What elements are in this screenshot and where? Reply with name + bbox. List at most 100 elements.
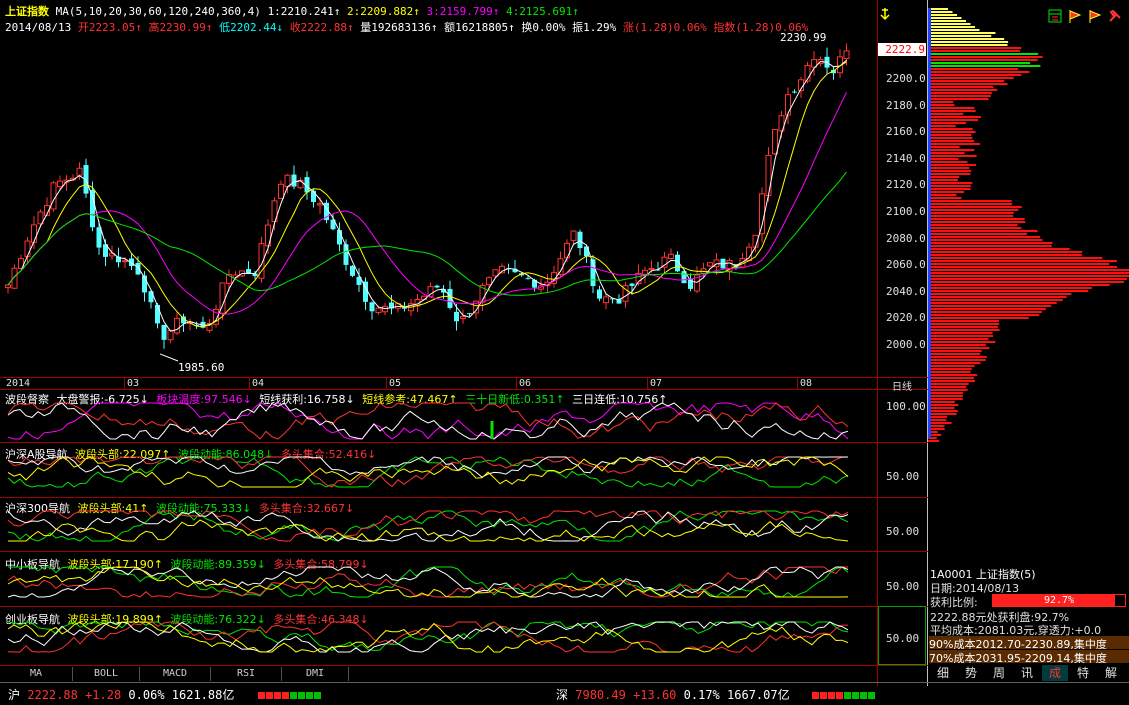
price-tick: 2020.0 <box>886 311 926 324</box>
side-tab-week[interactable]: 周 <box>986 665 1012 681</box>
chip-bar <box>928 296 1067 298</box>
sz-label: 深 <box>556 688 569 702</box>
chip-bar <box>928 50 1021 52</box>
chip-bar <box>928 20 966 22</box>
chip-bar <box>928 62 1031 64</box>
chart-title: 上证指数 <box>5 5 49 18</box>
profit-ratio-value: 92.7% <box>1043 595 1075 606</box>
side-tab-special[interactable]: 特 <box>1070 665 1096 681</box>
candle-body <box>5 284 11 289</box>
chip-bar <box>928 164 977 166</box>
sh-pct: 0.06% <box>128 688 165 702</box>
chip-bar <box>928 404 959 406</box>
candle-body <box>375 307 382 314</box>
side-tab-chips[interactable]: 成 <box>1042 665 1068 681</box>
candle-body <box>577 231 583 249</box>
high-marker-label: 2230.99 <box>780 31 827 44</box>
tab-macd[interactable]: MACD <box>140 667 211 681</box>
profit-ratio-bar: 92.7% <box>992 594 1126 607</box>
sz-breadth-bar <box>812 688 876 701</box>
chip-bar <box>928 440 940 442</box>
low-marker <box>159 353 179 362</box>
chip-bar <box>928 221 1026 223</box>
chip-bar <box>928 119 978 121</box>
ma30-line <box>7 171 847 296</box>
chip-bar <box>928 230 1038 232</box>
candle-body <box>31 224 37 243</box>
chip-bar <box>928 128 973 130</box>
side-tab-news[interactable]: 讯 <box>1014 665 1040 681</box>
period-label[interactable]: 日线 <box>892 378 912 393</box>
chip-bar <box>928 401 955 403</box>
chip-bar <box>928 77 1014 79</box>
chip-bar <box>928 191 965 193</box>
candle-body <box>24 240 31 257</box>
chip-bar <box>928 263 1110 265</box>
indicator-panels[interactable] <box>0 389 877 665</box>
candle-body <box>96 227 102 248</box>
chip-bar <box>928 146 960 148</box>
ma20-line <box>7 92 847 315</box>
chip-bar <box>928 260 1117 262</box>
current-price-tag: 2222.9 <box>878 43 926 56</box>
chip-bar <box>928 56 1043 58</box>
chip-bar <box>928 212 1014 214</box>
chip-bar <box>928 215 1014 217</box>
open-value: 开2223.05↑ <box>77 21 142 34</box>
sh-label: 沪 <box>8 688 21 702</box>
current-price-value: 2222.9 <box>885 43 925 56</box>
tab-dmi[interactable]: DMI <box>282 667 349 681</box>
chip-bar <box>928 362 981 364</box>
chip-bar <box>928 206 1022 208</box>
profit-ratio-label: 获利比例: <box>930 596 978 609</box>
chip-bar <box>928 68 1018 70</box>
chip-bar <box>928 266 1118 268</box>
turnover-value: 换0.00% <box>521 21 566 34</box>
sz-index-status[interactable]: 深 7980.49 +13.60 0.17% 1667.07亿 <box>556 686 790 703</box>
candle-body <box>311 190 316 203</box>
candle-body <box>454 311 459 322</box>
sh-index-status[interactable]: 沪 2222.88 +1.28 0.06% 1621.88亿 <box>8 686 234 703</box>
chip-bar <box>928 410 958 412</box>
price-tick: 2200.0 <box>886 72 926 85</box>
amplitude-value: 振1.29% <box>572 21 617 34</box>
chip-bar <box>928 143 981 145</box>
ma5-line <box>7 59 847 332</box>
price-tick: 2040.0 <box>886 285 926 298</box>
month-separator <box>386 377 387 389</box>
price-tick: 2080.0 <box>886 232 926 245</box>
month-separator <box>124 377 125 389</box>
chip-bar <box>928 44 1008 46</box>
chip-bar <box>928 161 968 163</box>
candle-body <box>603 296 609 304</box>
side-tab-trend[interactable]: 势 <box>958 665 984 681</box>
chip-bar <box>928 173 971 175</box>
candle-body <box>597 289 602 299</box>
chip-distribution <box>928 8 1129 442</box>
chip-bar <box>928 239 1043 241</box>
candle-body <box>434 285 440 288</box>
chip-bar <box>928 23 971 25</box>
candle-body <box>792 91 797 93</box>
chip-bar <box>928 155 977 157</box>
tab-boll[interactable]: BOLL <box>73 667 140 681</box>
candle-body <box>525 278 531 280</box>
side-tab-detail[interactable]: 细 <box>930 665 956 681</box>
tab-rsi[interactable]: RSI <box>211 667 282 681</box>
candle-body <box>772 129 778 155</box>
candle-body <box>317 203 323 206</box>
chip-bar <box>928 197 962 199</box>
anchor-icon[interactable] <box>878 7 892 21</box>
chip-bar <box>928 101 954 103</box>
chip-bar <box>928 182 973 184</box>
side-tab-explain[interactable]: 解 <box>1098 665 1124 681</box>
chip-bar <box>928 59 1038 61</box>
tab-ma[interactable]: MA <box>0 667 73 681</box>
chip-bar <box>928 299 1063 301</box>
candle-body <box>629 283 635 286</box>
chip-bar <box>928 98 989 100</box>
chip-bar <box>928 329 1000 331</box>
sh-amount: 1621.88亿 <box>171 688 235 702</box>
sz-value: 7980.49 <box>575 688 626 702</box>
candlestick-chart[interactable] <box>0 34 877 377</box>
